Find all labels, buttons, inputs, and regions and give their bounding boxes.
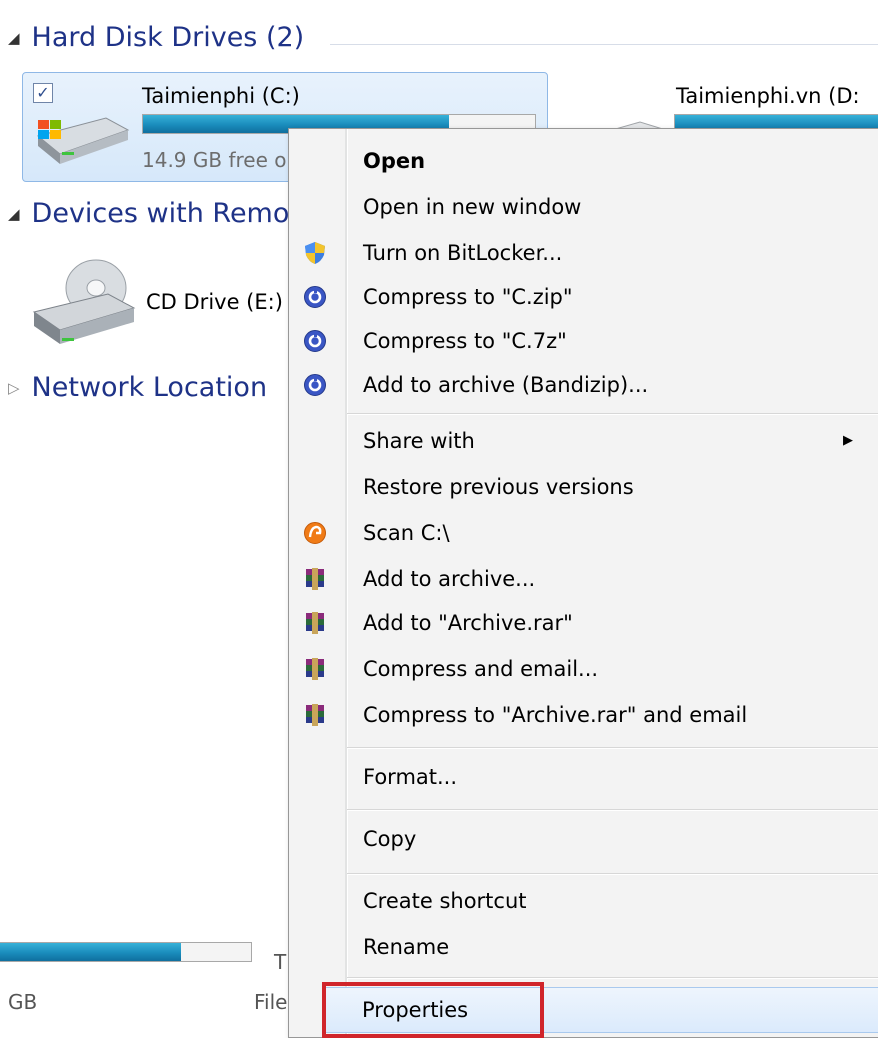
menu-item-open[interactable]: Open <box>289 139 878 183</box>
bottom-drive-usage-bar <box>0 942 252 962</box>
drive-c-free-space: 14.9 GB free o <box>142 148 287 172</box>
menu-item-label: Add to archive... <box>363 567 536 591</box>
section-title: Hard Disk Drives (2) <box>31 22 305 53</box>
collapse-triangle-icon[interactable]: ◢ <box>8 205 20 223</box>
menu-item-scan-c[interactable]: Scan C:\ <box>289 511 878 555</box>
menu-item-label: Compress to "C.7z" <box>363 329 567 353</box>
drive-c-checkbox[interactable]: ✓ <box>33 83 53 103</box>
menu-item-label: Open <box>363 149 426 173</box>
menu-item-bitlocker[interactable]: Turn on BitLocker... <box>289 231 878 275</box>
section-divider <box>330 44 878 45</box>
menu-item-add-archive-bandizip[interactable]: Add to archive (Bandizip)... <box>289 363 878 407</box>
menu-item-label: Copy <box>363 827 417 851</box>
menu-item-compress-email[interactable]: Compress and email... <box>289 647 878 691</box>
section-hard-disk-drives[interactable]: ◢ Hard Disk Drives (2) <box>8 22 304 53</box>
drive-c-name: Taimienphi (C:) <box>142 84 300 108</box>
collapse-triangle-icon[interactable]: ◢ <box>8 29 20 47</box>
bandizip-icon <box>304 330 326 352</box>
drive-d-name: Taimienphi.vn (D: <box>676 84 860 108</box>
menu-item-label: Add to archive (Bandizip)... <box>363 373 649 397</box>
menu-separator <box>347 977 878 979</box>
section-network-location[interactable]: ▷ Network Location <box>8 372 267 403</box>
bottom-drive-size: GB <box>8 990 38 1014</box>
bandizip-icon <box>304 286 326 308</box>
menu-item-add-to-archive[interactable]: Add to archive... <box>289 557 878 601</box>
section-devices-removable[interactable]: ◢ Devices with Remo <box>8 198 289 229</box>
avast-icon <box>304 522 326 544</box>
submenu-arrow-icon: ▶ <box>843 433 853 448</box>
menu-item-rename[interactable]: Rename <box>289 925 878 969</box>
menu-item-label: Format... <box>363 765 458 789</box>
menu-separator <box>347 809 878 811</box>
menu-item-label: Scan C:\ <box>363 521 450 545</box>
drive-e-name: CD Drive (E:) <box>146 290 283 314</box>
hard-drive-windows-icon <box>36 117 130 164</box>
menu-item-compress-c7z[interactable]: Compress to "C.7z" <box>289 319 878 363</box>
section-title: Devices with Remo <box>31 198 290 229</box>
expand-triangle-icon[interactable]: ▷ <box>8 379 20 397</box>
menu-item-label: Compress to "Archive.rar" and email <box>363 703 748 727</box>
menu-item-label: Rename <box>363 935 450 959</box>
menu-item-share-with[interactable]: Share with ▶ <box>289 419 878 463</box>
bottom-drive-label-t: T <box>274 950 287 974</box>
menu-separator <box>347 413 878 415</box>
menu-item-label: Create shortcut <box>363 889 527 913</box>
context-menu: Open Open in new window Turn on BitLocke… <box>288 128 878 1038</box>
cd-drive-icon <box>32 259 136 344</box>
section-title: Network Location <box>31 372 268 403</box>
shield-icon <box>305 242 325 264</box>
menu-item-compress-archive-email[interactable]: Compress to "Archive.rar" and email <box>289 693 878 737</box>
menu-separator <box>347 873 878 875</box>
menu-item-copy[interactable]: Copy <box>289 817 878 861</box>
menu-item-label: Compress to "C.zip" <box>363 285 573 309</box>
properties-highlight-box <box>322 982 544 1038</box>
bottom-drive-file-system: File <box>254 990 288 1014</box>
menu-item-label: Share with <box>363 429 475 453</box>
menu-item-format[interactable]: Format... <box>289 755 878 799</box>
winrar-icon <box>306 568 324 590</box>
menu-item-restore-versions[interactable]: Restore previous versions <box>289 465 878 509</box>
menu-item-add-to-archive-rar[interactable]: Add to "Archive.rar" <box>289 601 878 645</box>
menu-item-label: Compress and email... <box>363 657 599 681</box>
menu-item-open-new-window[interactable]: Open in new window <box>289 185 878 229</box>
menu-separator <box>347 747 878 749</box>
menu-item-label: Turn on BitLocker... <box>363 241 563 265</box>
menu-item-compress-czip[interactable]: Compress to "C.zip" <box>289 275 878 319</box>
winrar-icon <box>306 612 324 634</box>
bandizip-icon <box>304 374 326 396</box>
menu-item-label: Open in new window <box>363 195 582 219</box>
winrar-icon <box>306 658 324 680</box>
winrar-icon <box>306 704 324 726</box>
bottom-drive-usage-fill <box>0 943 181 961</box>
menu-item-create-shortcut[interactable]: Create shortcut <box>289 879 878 923</box>
menu-item-label: Add to "Archive.rar" <box>363 611 573 635</box>
menu-item-label: Restore previous versions <box>363 475 634 499</box>
